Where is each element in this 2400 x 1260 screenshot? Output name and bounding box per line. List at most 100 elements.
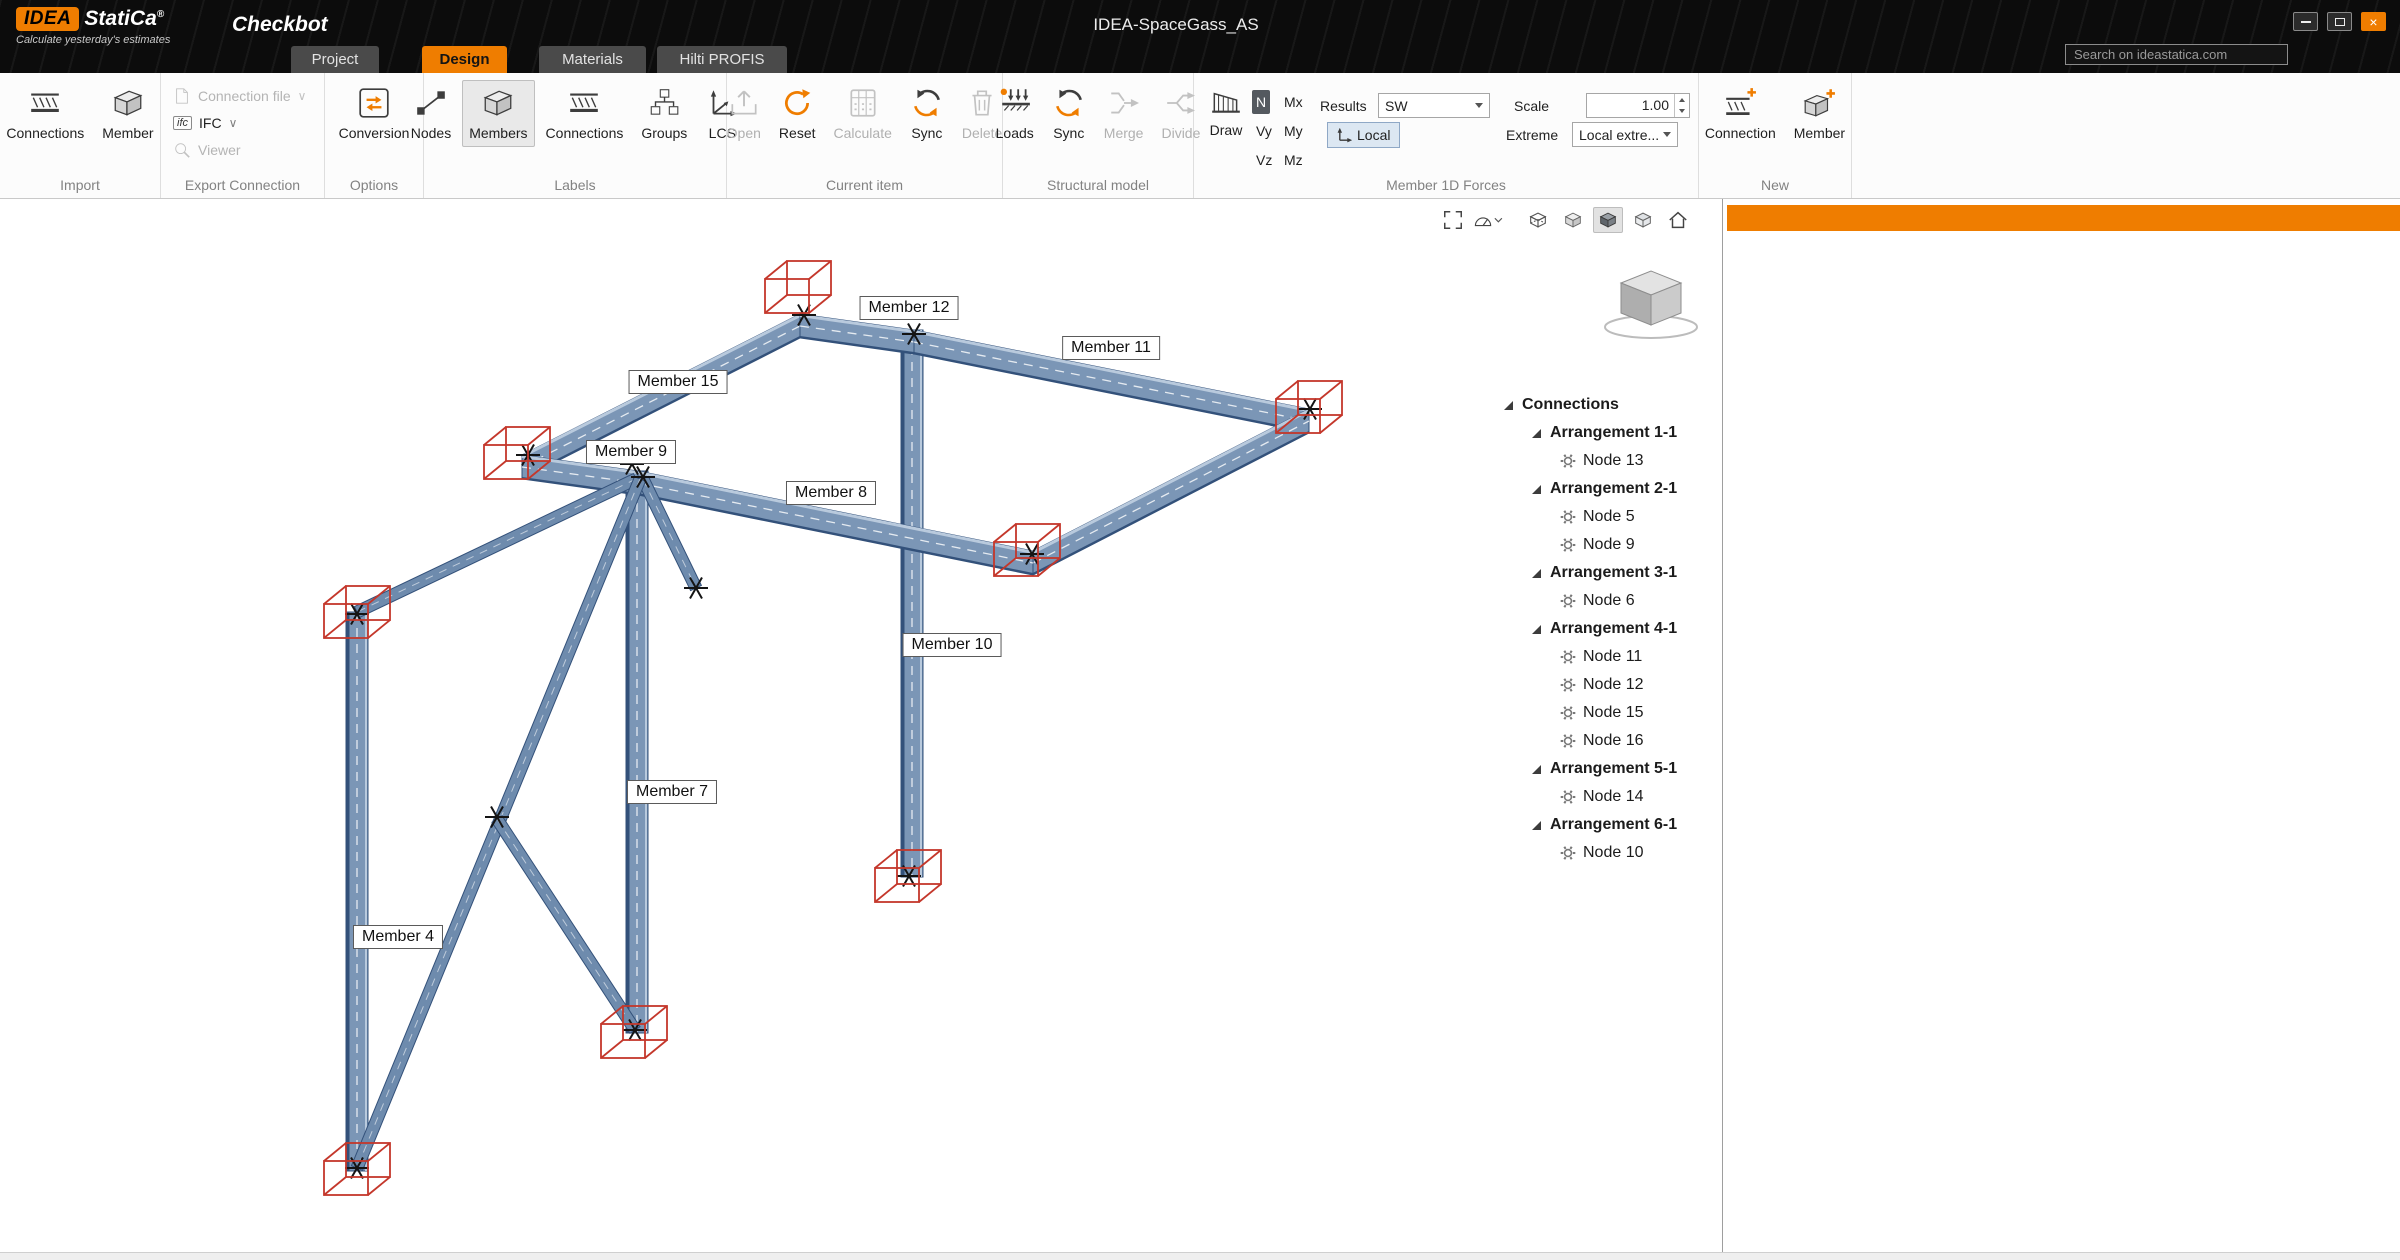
expander-icon[interactable] bbox=[1532, 569, 1541, 578]
extreme-dropdown[interactable]: Local extre... bbox=[1572, 122, 1678, 147]
ribbon-group-labels: Nodes Members Connections Groups LCS bbox=[424, 73, 727, 198]
tree-item-node[interactable]: Node 5 bbox=[1490, 503, 1715, 531]
tab-hilti-profis[interactable]: Hilti PROFIS bbox=[657, 46, 787, 73]
spin-down-icon[interactable] bbox=[1675, 106, 1689, 118]
labels-groups-button[interactable]: Groups bbox=[634, 80, 694, 147]
open-button: Open bbox=[720, 80, 768, 147]
spinner[interactable] bbox=[1674, 94, 1689, 117]
titlebar: IDEA StatiCa® Calculate yesterday's esti… bbox=[0, 0, 2400, 73]
extreme-label: Extreme bbox=[1506, 127, 1558, 143]
ifc-icon: ifc bbox=[173, 116, 192, 130]
tree-item-node[interactable]: Node 15 bbox=[1490, 699, 1715, 727]
maximize-button[interactable] bbox=[2327, 12, 2352, 31]
button-label: Loads bbox=[996, 125, 1034, 141]
import-member-button[interactable]: Member bbox=[95, 80, 160, 147]
navigation-cube[interactable] bbox=[1596, 261, 1706, 345]
gear-icon bbox=[1560, 593, 1576, 609]
member-label: Member 7 bbox=[627, 780, 717, 804]
force-toggle-vz[interactable]: Vz bbox=[1252, 148, 1276, 172]
tree-item-arrangement[interactable]: Arrangement 1-1 bbox=[1490, 419, 1715, 447]
loads-button[interactable]: Loads bbox=[989, 80, 1041, 147]
measure-button[interactable] bbox=[1473, 207, 1503, 233]
expander-icon[interactable] bbox=[1532, 765, 1541, 774]
local-toggle-button[interactable]: Local bbox=[1327, 122, 1400, 148]
tree-item-node[interactable]: Node 6 bbox=[1490, 587, 1715, 615]
tree-item-node[interactable]: Node 14 bbox=[1490, 783, 1715, 811]
tree-item-arrangement[interactable]: Arrangement 6-1 bbox=[1490, 811, 1715, 839]
tree-item-arrangement[interactable]: Arrangement 5-1 bbox=[1490, 755, 1715, 783]
search-input[interactable] bbox=[2065, 44, 2288, 65]
tree-item-node[interactable]: Node 11 bbox=[1490, 643, 1715, 671]
member-label: Member 12 bbox=[860, 296, 959, 320]
expander-icon[interactable] bbox=[1532, 625, 1541, 634]
results-dropdown[interactable]: SW bbox=[1378, 93, 1490, 118]
view-shaded-button[interactable] bbox=[1558, 207, 1588, 233]
labels-connections-button[interactable]: Connections bbox=[539, 80, 631, 147]
force-toggle-mz[interactable]: Mz bbox=[1280, 148, 1307, 172]
view-wireframe-button[interactable] bbox=[1523, 207, 1553, 233]
structural-model-canvas[interactable] bbox=[0, 199, 1722, 1252]
sync-model-button[interactable]: Sync bbox=[1045, 80, 1093, 147]
fit-view-button[interactable] bbox=[1438, 207, 1468, 233]
labels-members-button[interactable]: Members bbox=[462, 80, 534, 147]
merge-button: Merge bbox=[1097, 80, 1151, 147]
new-connection-button[interactable]: Connection bbox=[1698, 80, 1783, 147]
tree-label: Node 13 bbox=[1583, 452, 1644, 470]
tab-design[interactable]: Design bbox=[422, 46, 507, 73]
tree-item-arrangement[interactable]: Arrangement 4-1 bbox=[1490, 615, 1715, 643]
tree-label: Arrangement 2-1 bbox=[1550, 480, 1677, 498]
chevron-down-icon bbox=[1475, 103, 1483, 108]
ribbon-group-current-item: Open Reset Calculate Sync Delete bbox=[727, 73, 1003, 198]
import-connections-button[interactable]: Connections bbox=[0, 80, 91, 147]
connections-icon bbox=[567, 86, 601, 120]
close-button[interactable]: × bbox=[2361, 12, 2386, 31]
force-toggle-mx[interactable]: Mx bbox=[1280, 90, 1307, 114]
magnifier-icon bbox=[173, 141, 191, 159]
detail-panel-header-bar bbox=[1727, 205, 2400, 231]
view-solid-button[interactable] bbox=[1593, 207, 1623, 233]
force-toggle-my[interactable]: My bbox=[1280, 119, 1307, 143]
scale-input[interactable]: 1.00 bbox=[1586, 93, 1690, 118]
button-label: Connections bbox=[546, 125, 624, 141]
tree-item-node[interactable]: Node 12 bbox=[1490, 671, 1715, 699]
viewport-3d[interactable]: Member 12Member 11Member 15Member 9Membe… bbox=[0, 199, 1722, 1252]
force-toggle-vy[interactable]: Vy bbox=[1252, 119, 1276, 143]
group-label: Current item bbox=[727, 177, 1002, 193]
ribbon-group-new: Connection Member New bbox=[1699, 73, 1852, 198]
gear-icon bbox=[1560, 845, 1576, 861]
calculate-icon bbox=[846, 86, 880, 120]
button-label: Member bbox=[102, 125, 153, 141]
tree-item-connections[interactable]: Connections bbox=[1490, 391, 1715, 419]
expander-icon[interactable] bbox=[1504, 401, 1513, 410]
spin-up-icon[interactable] bbox=[1675, 94, 1689, 106]
labels-nodes-button[interactable]: Nodes bbox=[404, 80, 458, 147]
tree-item-node[interactable]: Node 10 bbox=[1490, 839, 1715, 867]
group-label: Structural model bbox=[1003, 177, 1193, 193]
tree-item-node[interactable]: Node 9 bbox=[1490, 531, 1715, 559]
button-label: Calculate bbox=[834, 125, 892, 141]
export-ifc-button[interactable]: ifc IFC ∨ bbox=[173, 115, 324, 131]
expander-icon[interactable] bbox=[1532, 485, 1541, 494]
tree-item-node[interactable]: Node 16 bbox=[1490, 727, 1715, 755]
tree-item-arrangement[interactable]: Arrangement 2-1 bbox=[1490, 475, 1715, 503]
draw-forces-button[interactable]: Draw bbox=[1202, 77, 1250, 144]
sync-current-button[interactable]: Sync bbox=[903, 80, 951, 147]
new-member-button[interactable]: Member bbox=[1787, 80, 1852, 147]
ribbon-group-structural-model: Loads Sync Merge Divide Structural model bbox=[1003, 73, 1194, 198]
view-transparent-button[interactable] bbox=[1628, 207, 1658, 233]
tree-item-arrangement[interactable]: Arrangement 3-1 bbox=[1490, 559, 1715, 587]
logo-tagline: Calculate yesterday's estimates bbox=[16, 34, 170, 46]
tab-materials[interactable]: Materials bbox=[539, 46, 646, 73]
tab-project[interactable]: Project bbox=[291, 46, 379, 73]
button-label: Nodes bbox=[411, 125, 451, 141]
expander-icon[interactable] bbox=[1532, 821, 1541, 830]
home-view-button[interactable] bbox=[1663, 207, 1693, 233]
expander-icon[interactable] bbox=[1532, 429, 1541, 438]
tree-item-node[interactable]: Node 13 bbox=[1490, 447, 1715, 475]
reset-button[interactable]: Reset bbox=[772, 80, 823, 147]
button-label: Connections bbox=[6, 125, 84, 141]
force-toggle-n[interactable]: N bbox=[1252, 90, 1270, 114]
minimize-button[interactable] bbox=[2293, 12, 2318, 31]
button-label: Sync bbox=[1053, 125, 1084, 141]
minimize-icon bbox=[2301, 21, 2311, 23]
